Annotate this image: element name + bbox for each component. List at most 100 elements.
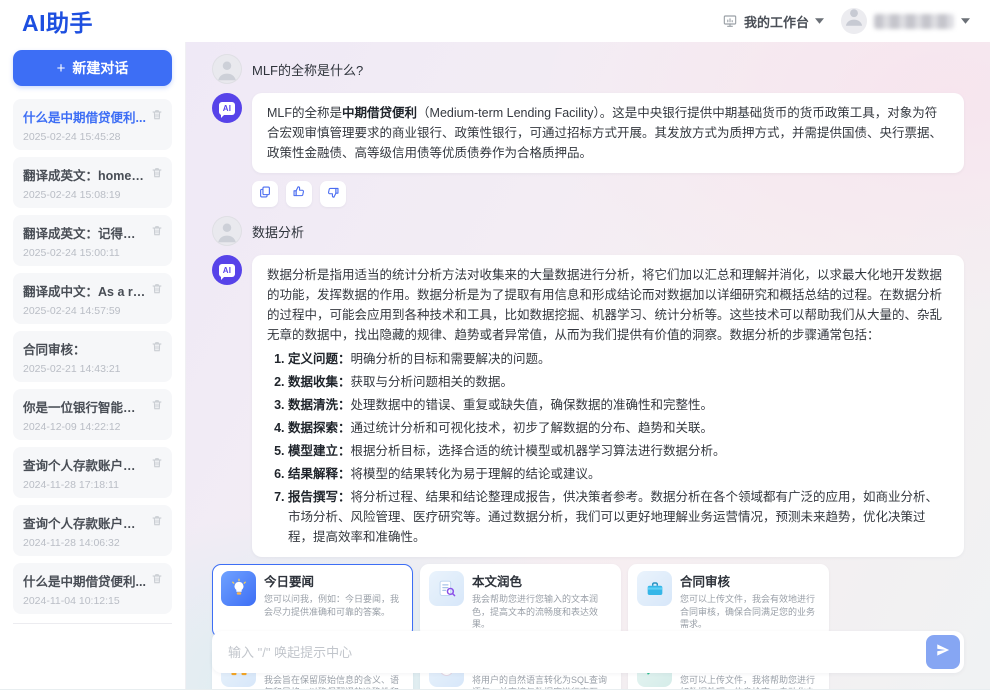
step-term: 模型建立： <box>288 444 351 458</box>
card-desc: 您可以问我，例如：今日要闻，我会尽力提供准确和可靠的答案。 <box>264 593 404 618</box>
card-contract-review[interactable]: 合同审核 您可以上传文件，我会有效地进行合同审核，确保合同满足您的业务需求。 <box>628 564 829 638</box>
trash-icon[interactable] <box>151 456 163 474</box>
user-question: MLF的全称是什么? <box>252 60 363 79</box>
user-message: 数据分析 <box>212 216 964 246</box>
send-button[interactable] <box>926 635 960 669</box>
user-avatar <box>212 216 242 246</box>
step-desc: 通过统计分析和可视化技术，初步了解数据的分布、趋势和关联。 <box>351 421 714 435</box>
answer-text: MLF的全称是 <box>267 106 342 120</box>
step-item: 结果解释：将模型的结果转化为易于理解的结论或建议。 <box>288 464 949 484</box>
conversation-time: 2024-11-28 17:18:11 <box>23 479 163 491</box>
step-term: 结果解释： <box>288 467 351 481</box>
chevron-down-icon <box>815 18 824 24</box>
trash-icon[interactable] <box>151 108 163 126</box>
trash-icon[interactable] <box>151 514 163 532</box>
briefcase-icon <box>637 571 672 606</box>
card-today-news[interactable]: 今日要闻 您可以问我，例如：今日要闻，我会尽力提供准确和可靠的答案。 <box>212 564 413 638</box>
conversation-item[interactable]: 查询个人存款账户的最新... 2024-11-28 14:06:32 <box>13 505 172 556</box>
conversation-item[interactable]: 查询个人存款账户的最新... 2024-11-28 17:18:11 <box>13 447 172 498</box>
step-item: 模型建立：根据分析目标，选择合适的统计模型或机器学习算法进行数据分析。 <box>288 441 949 461</box>
app-logo: AI助手 <box>22 4 93 38</box>
user-menu[interactable] <box>833 8 970 34</box>
step-desc: 将分析过程、结果和结论整理成报告，供决策者参考。数据分析在各个领域都有广泛的应用… <box>288 490 938 544</box>
step-desc: 根据分析目标，选择合适的统计模型或机器学习算法进行数据分析。 <box>351 444 726 458</box>
polish-icon <box>429 571 464 606</box>
copy-icon <box>258 185 272 204</box>
new-chat-button[interactable]: + 新建对话 <box>13 50 172 86</box>
chat-main: MLF的全称是什么? AI MLF的全称是中期借贷便利（Medium-term … <box>186 42 990 689</box>
trash-icon[interactable] <box>151 398 163 416</box>
conversation-time: 2024-11-28 14:06:32 <box>23 537 163 549</box>
card-desc: 您可以上传文件，我将帮助您进行如数据处理、信息检索、自动化办公等。 <box>680 674 820 689</box>
step-item: 数据收集：获取与分析问题相关的数据。 <box>288 372 949 392</box>
message-actions <box>252 181 964 207</box>
step-term: 定义问题： <box>288 352 351 366</box>
top-header: AI助手 我的工作台 <box>0 0 990 42</box>
trash-icon[interactable] <box>151 340 163 358</box>
workspace-label: 我的工作台 <box>744 12 809 31</box>
ai-avatar: AI <box>212 255 242 285</box>
conversation-item[interactable]: 翻译成英文：记得刚开始... 2025-02-24 15:00:11 <box>13 215 172 266</box>
card-desc: 我会旨在保留原始信息的含义、语气和风格，以确保翻译的准确性和自然流畅。 <box>264 674 404 689</box>
step-desc: 明确分析的目标和需要解决的问题。 <box>351 352 551 366</box>
trash-icon[interactable] <box>151 282 163 300</box>
card-desc: 我会帮助您进行您输入的文本润色，提高文本的流畅度和表达效果。 <box>472 593 612 631</box>
trash-icon[interactable] <box>151 572 163 590</box>
answer-bold: 中期借贷便利 <box>342 106 417 120</box>
card-title: 本文润色 <box>472 571 612 590</box>
new-chat-label: 新建对话 <box>72 58 128 78</box>
conversation-time: 2024-12-09 14:22:12 <box>23 421 163 433</box>
conversation-item[interactable]: 合同审核： 2025-02-21 14:43:21 <box>13 331 172 382</box>
conversation-time: 2025-02-24 15:08:19 <box>23 189 163 201</box>
sidebar: + 新建对话 什么是中期借贷便利... 2025-02-24 15:45:28 … <box>0 42 186 689</box>
message-input[interactable] <box>226 644 926 661</box>
monitor-icon <box>722 13 738 29</box>
step-item: 数据清洗：处理数据中的错误、重复或缺失值，确保数据的准确性和完整性。 <box>288 395 949 415</box>
conversation-item[interactable]: 什么是中期借贷便利... 2025-02-24 15:45:28 <box>13 99 172 150</box>
conversation-title: 合同审核： <box>23 339 147 358</box>
analysis-steps-list: 定义问题：明确分析的目标和需要解决的问题。 数据收集：获取与分析问题相关的数据。… <box>267 349 949 547</box>
username-redacted <box>874 14 954 29</box>
thumbs-down-button[interactable] <box>320 181 346 207</box>
ai-chat-bubble-icon: AI <box>219 264 235 277</box>
conversation-item[interactable]: 你是一位银行智能客服，... 2024-12-09 14:22:12 <box>13 389 172 440</box>
sidebar-divider <box>13 623 172 624</box>
conversation-time: 2025-02-24 15:00:11 <box>23 247 163 259</box>
copy-button[interactable] <box>252 181 278 207</box>
conversation-item[interactable]: 什么是中期借贷便利... 2024-11-04 10:12:15 <box>13 563 172 614</box>
lightbulb-icon <box>221 571 256 606</box>
message-composer <box>212 631 964 673</box>
conversation-title: 查询个人存款账户的最新... <box>23 455 147 474</box>
trash-icon[interactable] <box>151 166 163 184</box>
conversation-title: 查询个人存款账户的最新... <box>23 513 147 532</box>
step-desc: 处理数据中的错误、重复或缺失值，确保数据的准确性和完整性。 <box>351 398 714 412</box>
trash-icon[interactable] <box>151 224 163 242</box>
plus-icon: + <box>57 61 66 76</box>
step-desc: 获取与分析问题相关的数据。 <box>351 375 514 389</box>
card-title: 合同审核 <box>680 571 820 590</box>
workspace-menu[interactable]: 我的工作台 <box>722 12 824 31</box>
user-question: 数据分析 <box>252 222 304 241</box>
card-title: 今日要闻 <box>264 571 404 590</box>
ai-message: AI 数据分析是指用适当的统计分析方法对收集来的大量数据进行分析，将它们加以汇总… <box>212 255 964 557</box>
step-item: 数据探索：通过统计分析和可视化技术，初步了解数据的分布、趋势和关联。 <box>288 418 949 438</box>
chevron-down-icon <box>961 18 970 24</box>
card-desc: 您可以上传文件，我会有效地进行合同审核，确保合同满足您的业务需求。 <box>680 593 820 631</box>
conversation-title: 翻译成英文：记得刚开始... <box>23 223 147 242</box>
conversation-time: 2025-02-24 15:45:28 <box>23 131 163 143</box>
conversation-time: 2025-02-24 14:57:59 <box>23 305 163 317</box>
conversation-title: 什么是中期借贷便利... <box>23 571 147 590</box>
step-desc: 将模型的结果转化为易于理解的结论或建议。 <box>351 467 601 481</box>
header-right: 我的工作台 <box>722 8 970 34</box>
user-message: MLF的全称是什么? <box>212 54 964 84</box>
app-window: AI助手 我的工作台 <box>0 0 990 690</box>
thumbs-up-button[interactable] <box>286 181 312 207</box>
conversation-item[interactable]: 翻译成中文：As a reader... 2025-02-24 14:57:59 <box>13 273 172 324</box>
card-text-polish[interactable]: 本文润色 我会帮助您进行您输入的文本润色，提高文本的流畅度和表达效果。 <box>420 564 621 638</box>
step-term: 数据收集： <box>288 375 351 389</box>
answer-intro: 数据分析是指用适当的统计分析方法对收集来的大量数据进行分析，将它们加以汇总和理解… <box>267 268 942 342</box>
conversation-item[interactable]: 翻译成英文：home home 2025-02-24 15:08:19 <box>13 157 172 208</box>
avatar <box>841 8 867 34</box>
card-desc: 将用户的自然语言转化为SQL查询语句，并直接与数据库进行交互，返回智能推荐的图表… <box>472 674 612 689</box>
ai-chat-bubble-icon: AI <box>219 102 235 115</box>
